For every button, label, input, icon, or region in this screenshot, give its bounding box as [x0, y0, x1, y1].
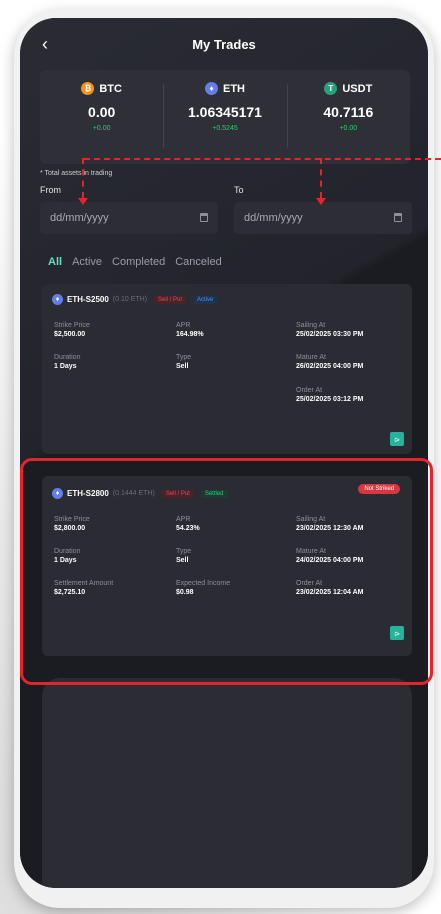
ethereum-icon: ♦: [204, 82, 218, 95]
field-label: APR: [176, 322, 191, 329]
asset-change: +0.00: [339, 125, 358, 132]
trade-pair: ETH-S2500: [67, 295, 109, 304]
field-value: Sell: [176, 363, 189, 370]
calendar-icon[interactable]: [394, 213, 402, 222]
asset-symbol: ETH: [222, 82, 245, 95]
asset-amount: 0.00: [88, 104, 116, 120]
annotation-arrow-from: [82, 158, 84, 198]
arrow-down-icon: [316, 198, 326, 205]
to-date-input[interactable]: dd/mm/yyyy: [234, 202, 412, 234]
field-label: Strike Price: [54, 322, 90, 329]
field-value: 164.98%: [176, 331, 204, 338]
total-assets-note: * Total assets in trading: [40, 170, 113, 177]
status-tabs: All Active Completed Canceled: [48, 256, 222, 268]
tab-canceled[interactable]: Canceled: [175, 256, 221, 268]
annotation-dashed-line: [84, 158, 441, 160]
bitcoin-icon: ₿: [81, 82, 95, 95]
mature-at-field: Mature At 26/02/2025 04:00 PM: [296, 354, 363, 370]
field-value: 26/02/2025 04:00 PM: [296, 363, 364, 370]
ethereum-icon: ♦: [52, 294, 63, 305]
order-at-field: Order At 25/02/2025 03:12 PM: [296, 387, 363, 403]
field-value: $2,500.00: [54, 331, 86, 338]
tab-completed[interactable]: Completed: [112, 256, 165, 268]
from-date-placeholder: dd/mm/yyyy: [50, 212, 109, 224]
side-badge: Sell / Put: [154, 295, 187, 304]
app-screen: ‹ My Trades ₿ BTC 0.00 +0.00 ♦ ETH 1.063…: [20, 18, 428, 888]
next-trade-card: [42, 678, 412, 888]
from-date-input[interactable]: dd/mm/yyyy: [40, 202, 218, 234]
status-badge: Active: [193, 295, 218, 304]
field-value: 25/02/2025 03:30 PM: [296, 331, 364, 338]
tab-all[interactable]: All: [48, 256, 62, 268]
arrow-down-icon: [78, 198, 88, 205]
type-field: Type Sell: [176, 354, 191, 370]
trade-card[interactable]: ♦ ETH-S2500 (0.10 ETH) Sell / Put Active…: [42, 284, 412, 454]
app-header: ‹ My Trades: [20, 18, 428, 74]
asset-change: +0.00: [92, 125, 111, 132]
trade-card-header: ♦ ETH-S2500 (0.10 ETH) Sell / Put Active: [52, 294, 218, 305]
asset-change: +0.5245: [212, 125, 238, 132]
annotation-arrow-to: [320, 158, 322, 198]
trade-quantity: (0.10 ETH): [112, 296, 148, 303]
strike-price-field: Strike Price $2,500.00: [54, 322, 90, 338]
field-value: 25/02/2025 03:12 PM: [296, 396, 364, 403]
tether-icon: T: [324, 82, 338, 95]
asset-eth: ♦ ETH 1.06345171 +0.5245: [163, 70, 286, 164]
calendar-icon[interactable]: [200, 213, 208, 222]
field-label: Sailing At: [296, 322, 326, 329]
duration-field: Duration 1 Days: [54, 354, 80, 370]
asset-summary: ₿ BTC 0.00 +0.00 ♦ ETH 1.06345171 +0.524…: [40, 70, 410, 164]
field-label: Duration: [54, 354, 81, 361]
field-label: Order At: [296, 387, 323, 394]
share-icon[interactable]: ⪧: [390, 432, 404, 446]
field-label: Mature At: [296, 354, 326, 361]
asset-symbol: USDT: [342, 82, 373, 95]
highlight-box: [20, 458, 433, 685]
asset-amount: 40.7116: [323, 104, 374, 120]
apr-field: APR 164.98%: [176, 322, 204, 338]
field-label: Type: [176, 354, 192, 361]
tab-active[interactable]: Active: [72, 256, 102, 268]
asset-amount: 1.06345171: [188, 104, 262, 120]
asset-usdt: T USDT 40.7116 +0.00: [286, 70, 410, 164]
page-title: My Trades: [192, 37, 256, 52]
sailing-at-field: Sailing At 25/02/2025 03:30 PM: [296, 322, 363, 338]
asset-btc: ₿ BTC 0.00 +0.00: [40, 70, 163, 164]
from-label: From: [40, 185, 61, 195]
asset-symbol: BTC: [99, 82, 122, 95]
field-value: 1 Days: [54, 363, 77, 370]
to-label: To: [234, 185, 244, 195]
to-date-placeholder: dd/mm/yyyy: [244, 212, 303, 224]
